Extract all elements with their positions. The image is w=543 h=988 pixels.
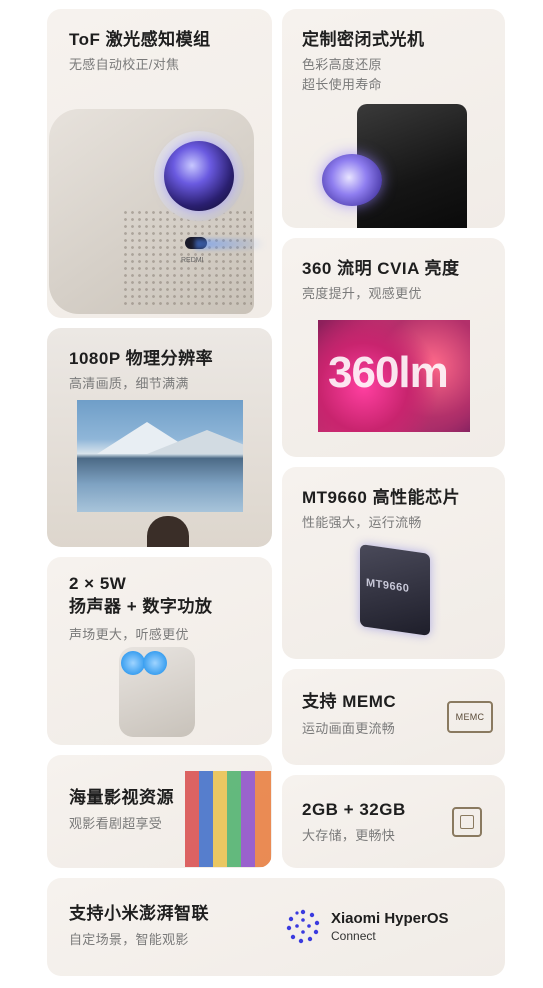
card-title: 定制密闭式光机 (302, 30, 425, 49)
memc-badge-icon: MEMC (447, 701, 493, 733)
chip-image: MT9660 (360, 544, 430, 636)
card-hyperos: 支持小米澎湃智联 自定场景，智能观影 Xiaomi HyperOS Connec… (47, 878, 505, 976)
card-title: 2 × 5W 扬声器 + 数字功放 (69, 574, 213, 616)
brand-logo: REDMI (181, 257, 204, 264)
card-title: ToF 激光感知模组 (69, 30, 211, 49)
card-subtitle: 大存储，更畅快 (302, 828, 396, 843)
card-title: MT9660 高性能芯片 (302, 488, 461, 507)
card-resolution: 1080P 物理分辨率 高清画质，细节满满 (47, 328, 272, 547)
card-title: 支持 MEMC (302, 692, 397, 711)
card-title: 海量影视资源 (69, 788, 174, 807)
chip-label: MT9660 (366, 576, 410, 596)
hyperos-logo-icon (285, 908, 321, 944)
card-subtitle: 亮度提升，观感更优 (302, 286, 422, 301)
card-storage: 2GB + 32GB 大存储，更畅快 (282, 775, 505, 868)
card-subtitle: 高清画质，细节满满 (69, 376, 189, 391)
screen-text: 360lm (328, 348, 449, 397)
card-sealed-engine: 定制密闭式光机 色彩高度还原 超长使用寿命 (282, 9, 505, 228)
card-tof: ToF 激光感知模组 无感自动校正/对焦 REDMI (47, 9, 272, 318)
card-brightness: 360 流明 CVIA 亮度 亮度提升，观感更优 360lm (282, 238, 505, 457)
card-subtitle: 自定场景，智能观影 (69, 932, 189, 947)
card-subtitle: 声场更大，听感更优 (69, 627, 189, 642)
card-subtitle: 性能强大，运行流畅 (302, 515, 422, 530)
media-posters-image (185, 771, 271, 867)
viewer-silhouette (147, 516, 189, 547)
card-subtitle: 观影看剧超享受 (69, 816, 163, 831)
mountain-screen-image (77, 400, 243, 512)
hyperos-logo-text: Xiaomi HyperOS Connect (331, 910, 449, 943)
speaker-driver-icon (121, 651, 145, 675)
lens-icon (164, 141, 234, 211)
card-subtitle: 色彩高度还原 超长使用寿命 (302, 57, 382, 92)
card-title: 支持小米澎湃智联 (69, 904, 209, 923)
chip-icon (452, 807, 482, 837)
card-title: 360 流明 CVIA 亮度 (302, 259, 460, 278)
card-title: 1080P 物理分辨率 (69, 349, 214, 368)
card-subtitle: 运动画面更流畅 (302, 721, 396, 736)
card-title: 2GB + 32GB (302, 800, 406, 819)
brightness-screen-image: 360lm (318, 320, 470, 432)
card-subtitle: 无感自动校正/对焦 (69, 57, 180, 72)
card-speaker: 2 × 5W 扬声器 + 数字功放 声场更大，听感更优 (47, 557, 272, 745)
card-chip: MT9660 高性能芯片 性能强大，运行流畅 MT9660 (282, 467, 505, 659)
card-media: 海量影视资源 观影看剧超享受 (47, 755, 272, 868)
card-memc: 支持 MEMC 运动画面更流畅 MEMC (282, 669, 505, 765)
